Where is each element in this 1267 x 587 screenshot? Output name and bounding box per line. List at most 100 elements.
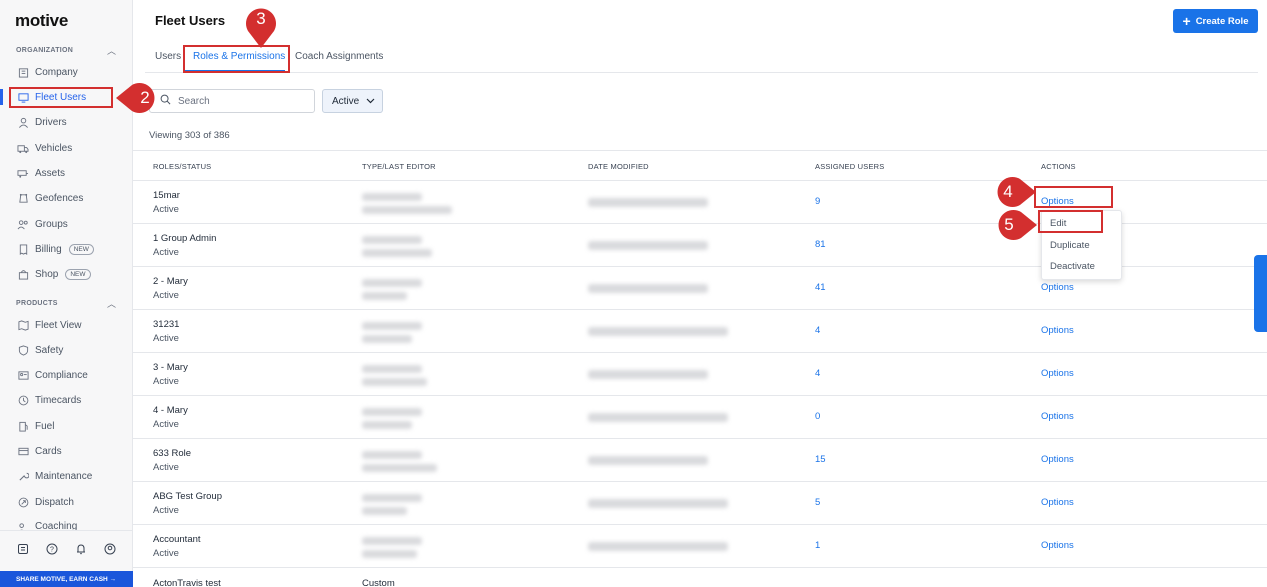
options-link[interactable]: Options [1041, 540, 1074, 551]
redacted-date [588, 198, 708, 207]
create-role-label: Create Role [1195, 15, 1249, 27]
column-header-assigned-users[interactable]: ASSIGNED USERS [815, 162, 884, 171]
role-name[interactable]: 633 Role [153, 448, 191, 459]
assigned-users-link[interactable]: 4 [815, 325, 820, 336]
sidebar-item-timecards[interactable]: Timecards [0, 389, 132, 411]
sidebar-item-drivers[interactable]: Drivers [0, 111, 132, 133]
sidebar-item-billing[interactable]: Billing NEW [0, 238, 132, 260]
sidebar-item-compliance[interactable]: Compliance [0, 364, 132, 386]
card-icon [17, 445, 29, 457]
annotation-highlight-options [1034, 186, 1113, 208]
sidebar-item-coaching[interactable]: Coaching [0, 516, 132, 530]
help-icon[interactable]: ? [46, 542, 58, 560]
status-filter-select[interactable]: Active [322, 89, 383, 113]
options-link[interactable]: Options [1041, 497, 1074, 508]
motive-logo[interactable]: motive [15, 11, 68, 31]
sidebar-item-label: Safety [35, 344, 64, 356]
table-row: 31231 Active 4 Options [133, 310, 1267, 353]
apps-icon[interactable] [17, 542, 29, 560]
bell-icon[interactable] [75, 542, 87, 560]
redacted-editor [362, 206, 452, 214]
sidebar-item-label: Coaching [35, 521, 78, 530]
role-status: Active [153, 505, 179, 516]
menu-item-deactivate[interactable]: Deactivate [1050, 261, 1095, 272]
sidebar-item-label: Billing [35, 243, 62, 255]
annotation-highlight-roles-tab [183, 45, 290, 73]
sidebar-item-vehicles[interactable]: Vehicles [0, 137, 132, 159]
sidebar-item-assets[interactable]: Assets [0, 162, 132, 184]
sidebar-item-dispatch[interactable]: Dispatch [0, 491, 132, 513]
options-link[interactable]: Options [1041, 325, 1074, 336]
search-box[interactable] [149, 89, 315, 113]
redacted-type [362, 494, 422, 502]
role-name[interactable]: ABG Test Group [153, 491, 222, 502]
role-name[interactable]: 31231 [153, 319, 179, 330]
tab-coach-assignments[interactable]: Coach Assignments [295, 51, 383, 62]
id-card-icon [17, 369, 29, 381]
redacted-date [588, 413, 728, 422]
options-link[interactable]: Options [1041, 411, 1074, 422]
sidebar-item-label: Timecards [35, 394, 82, 406]
sidebar-item-safety[interactable]: Safety [0, 339, 132, 361]
annotation-marker-5: 5 [993, 209, 1037, 241]
role-name[interactable]: 4 - Mary [153, 405, 188, 416]
clock-icon [17, 394, 29, 406]
collapse-organization-icon[interactable]: ︿ [107, 44, 116, 57]
coaching-icon [17, 521, 29, 530]
menu-item-duplicate[interactable]: Duplicate [1050, 240, 1090, 251]
sidebar-item-geofences[interactable]: Geofences [0, 187, 132, 209]
sidebar-item-label: Groups [35, 218, 68, 230]
sidebar-item-maintenance[interactable]: Maintenance [0, 465, 132, 487]
sidebar-item-fuel[interactable]: Fuel [0, 415, 132, 437]
options-link[interactable]: Options [1041, 368, 1074, 379]
role-name[interactable]: 3 - Mary [153, 362, 188, 373]
sidebar-item-label: Drivers [35, 116, 67, 128]
sidebar-item-cards[interactable]: Cards [0, 440, 132, 462]
assigned-users-link[interactable]: 5 [815, 497, 820, 508]
redacted-editor [362, 378, 427, 386]
collapse-products-icon[interactable]: ︿ [107, 297, 116, 310]
table-row: 4 - Mary Active 0 Options [133, 396, 1267, 439]
options-link[interactable]: Options [1041, 454, 1074, 465]
redacted-type [362, 279, 422, 287]
annotation-number: 5 [1004, 215, 1014, 234]
column-header-roles-status[interactable]: ROLES/STATUS [153, 162, 211, 171]
role-name[interactable]: 2 - Mary [153, 276, 188, 287]
assigned-users-link[interactable]: 4 [815, 368, 820, 379]
table-row: ActonTravis test Custom [133, 568, 1267, 587]
tab-users[interactable]: Users [155, 51, 181, 62]
search-input[interactable] [178, 95, 298, 107]
chevron-down-icon [366, 96, 375, 107]
role-status: Active [153, 290, 179, 301]
share-motive-banner[interactable]: SHARE MOTIVE, EARN CASH → [0, 571, 133, 587]
assigned-users-link[interactable]: 81 [815, 239, 826, 250]
column-header-type-last-editor[interactable]: TYPE/LAST EDITOR [362, 162, 436, 171]
assigned-users-link[interactable]: 9 [815, 196, 820, 207]
role-name[interactable]: Accountant [153, 534, 201, 545]
assigned-users-link[interactable]: 15 [815, 454, 826, 465]
sidebar-item-fleet-view[interactable]: Fleet View [0, 314, 132, 336]
sidebar-item-label: Fuel [35, 420, 55, 432]
feedback-tab[interactable] [1254, 255, 1267, 332]
sidebar-item-company[interactable]: Company [0, 61, 132, 83]
annotation-number: 3 [256, 9, 266, 28]
new-badge: NEW [68, 243, 94, 255]
redacted-date [588, 370, 708, 379]
redacted-date [588, 327, 728, 336]
sidebar-item-groups[interactable]: Groups [0, 213, 132, 235]
account-icon[interactable] [104, 542, 116, 560]
options-link[interactable]: Options [1041, 282, 1074, 293]
role-name[interactable]: 1 Group Admin [153, 233, 216, 244]
map-icon [17, 319, 29, 331]
role-name[interactable]: 15mar [153, 190, 180, 201]
tabs-divider [145, 72, 1258, 73]
table-header: ROLES/STATUS TYPE/LAST EDITOR DATE MODIF… [133, 150, 1267, 181]
column-header-date-modified[interactable]: DATE MODIFIED [588, 162, 649, 171]
assigned-users-link[interactable]: 1 [815, 540, 820, 551]
role-name[interactable]: ActonTravis test [153, 578, 221, 587]
sidebar-item-shop[interactable]: Shop NEW [0, 263, 132, 285]
assigned-users-link[interactable]: 0 [815, 411, 820, 422]
create-role-button[interactable]: + Create Role [1173, 9, 1258, 33]
assigned-users-link[interactable]: 41 [815, 282, 826, 293]
plus-icon: + [1182, 13, 1191, 29]
